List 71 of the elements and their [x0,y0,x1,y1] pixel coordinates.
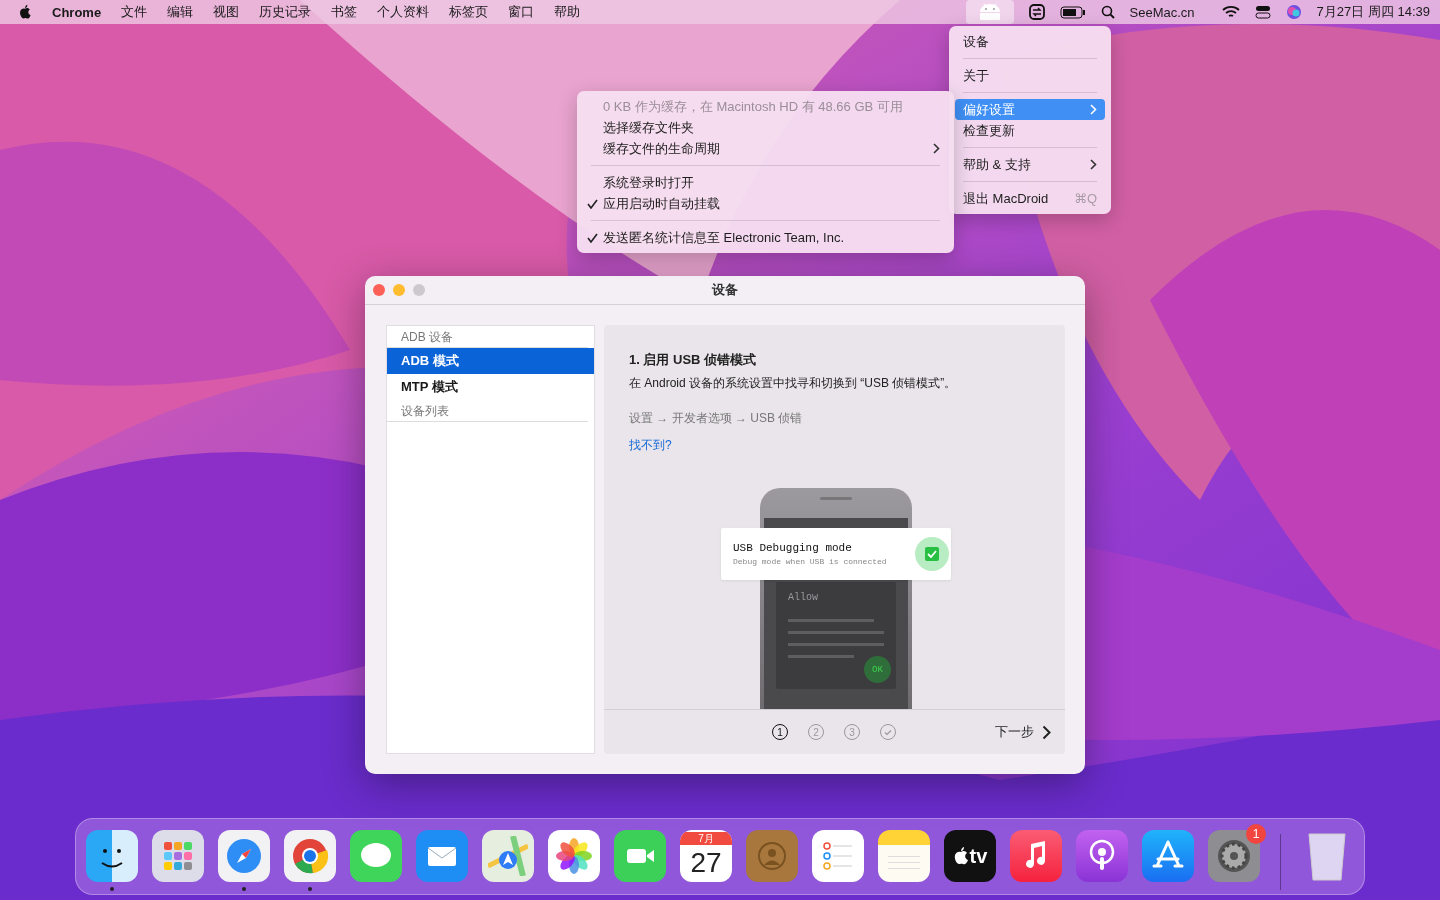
menu-item: 0 KB 作为缓存，在 Macintosh HD 有 48.66 GB 可用 [602,97,904,116]
chevron-right-icon [1042,724,1051,740]
envelope-icon[interactable] [416,830,468,882]
tv-icon[interactable]: tv [944,830,996,882]
tv-label: tv [969,844,988,868]
menu-item[interactable]: 系统登录时打开 [583,172,948,193]
battery-icon[interactable] [1059,5,1086,19]
help-link[interactable]: 找不到? [629,437,672,454]
menu-item[interactable]: 选择缓存文件夹 [583,117,948,138]
menu-item[interactable]: 个人资料 [377,3,430,21]
step-title: 1. 启用 USB 侦错模式 [629,351,758,369]
finder-icon[interactable] [86,830,138,882]
checkmark-icon [587,232,598,243]
search-icon[interactable] [1100,5,1115,19]
menu-item[interactable]: 窗口 [508,3,535,21]
window-title: 设备 [711,281,739,299]
calendar-month: 7月 [680,831,732,845]
notepad-icon[interactable] [878,830,930,882]
menu-item[interactable]: 文件 [121,3,148,21]
settings-path: 设置 → 开发者选项 → USB 侦错 [629,410,804,427]
menu-item[interactable]: 帮助 [554,3,581,21]
dialog-title: Allow [788,592,818,603]
music-note-icon[interactable] [1010,830,1062,882]
menu-item[interactable]: 视图 [213,3,240,21]
grid-icon[interactable] [152,830,204,882]
menu-item[interactable]: 标签页 [449,3,489,21]
next-button[interactable]: 下一步 [995,723,1051,741]
menu-item[interactable]: 关于 [955,65,1105,86]
checklist-icon[interactable] [812,830,864,882]
gear-icon[interactable] [1208,830,1260,882]
menu-item[interactable]: 退出 MacDroid ⌘Q [955,188,1105,209]
calendar-day: 27 [690,844,722,881]
apple-icon[interactable] [18,4,32,20]
control-center-icon[interactable] [1254,5,1271,19]
android-icon [977,3,1002,21]
app-store-icon[interactable] [1142,830,1194,882]
menu-item[interactable]: 书签 [331,3,358,21]
menu-item[interactable]: 帮助 & 支持 [955,154,1105,175]
podcast-icon[interactable] [1076,830,1128,882]
close-button[interactable] [373,284,385,296]
step-description: 在 Android 设备的系统设置中找寻和切换到 “USB 侦错模式”。 [629,375,958,392]
menu-item[interactable]: 发送匿名统计信息至 Electronic Team, Inc. [583,227,948,248]
chevron-right-icon [933,143,940,154]
chevron-right-icon [1090,104,1097,115]
menu-item[interactable]: 历史记录 [259,3,312,21]
menu-item[interactable]: 检查更新 [955,120,1105,141]
sidebar-header: 设备列表 [387,400,588,422]
sidebar-item[interactable]: MTP 模式 [387,374,594,400]
chrome-icon[interactable] [284,830,336,882]
clock[interactable]: 7月27日 周四 14:39 [1316,3,1430,21]
toggle-icon[interactable] [1028,4,1045,20]
wifi-icon[interactable] [1221,5,1240,19]
chevron-right-icon [1090,159,1097,170]
speech-bubble-icon[interactable] [350,830,402,882]
sidebar-item[interactable]: ADB 模式 [387,348,594,374]
card-subtitle: Debug mode when USB is connected [733,557,887,566]
compass-icon[interactable] [218,830,270,882]
menu-item[interactable]: 缓存文件的生命周期 [583,138,948,159]
siri-icon[interactable] [1285,4,1302,20]
card-title: USB Debugging mode [733,542,853,554]
calendar-icon[interactable]: 7月 27 [680,830,732,882]
menu-item[interactable]: 设备 [955,31,1105,52]
map-icon[interactable] [482,830,534,882]
site-label[interactable]: SeeMac.cn [1129,4,1195,20]
menu-item[interactable]: 应用启动时自动挂载 [583,193,948,214]
flower-icon[interactable] [548,830,600,882]
menu-item[interactable]: 编辑 [167,3,194,21]
app-menu[interactable]: Chrome [52,4,102,20]
checkmark-icon [587,198,598,209]
video-camera-icon[interactable] [614,830,666,882]
apple-icon [952,846,969,866]
